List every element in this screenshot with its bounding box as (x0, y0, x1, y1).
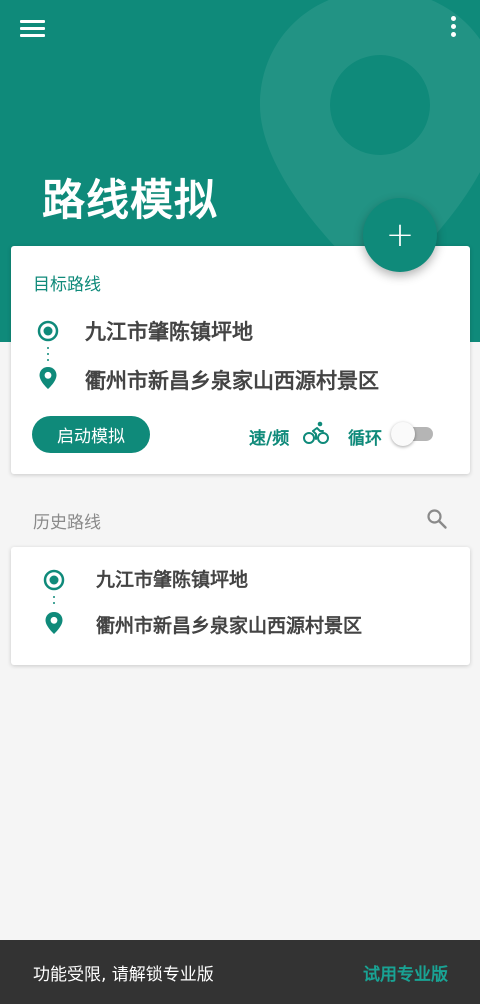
history-route-card[interactable]: 九江市肇陈镇坪地 衢州市新昌乡泉家山西源村景区 (11, 547, 470, 665)
route-connector (47, 347, 49, 365)
search-icon[interactable] (426, 508, 448, 530)
route-connector (53, 596, 55, 608)
loop-label: 循环 (348, 429, 382, 449)
toggle-thumb (391, 422, 415, 446)
hamburger-menu-icon[interactable] (20, 18, 50, 44)
page-title: 路线模拟 (42, 176, 218, 226)
origin-circle-icon (43, 569, 65, 591)
plus-icon: + (385, 215, 415, 255)
add-route-button[interactable]: + (363, 198, 437, 272)
location-pin-icon (39, 367, 57, 389)
speed-frequency-label[interactable]: 速/频 (249, 424, 289, 449)
route-start-text: 九江市肇陈镇坪地 (96, 569, 249, 591)
origin-circle-icon (37, 320, 59, 342)
target-route-card: 目标路线 九江市肇陈镇坪地 衢州市新昌乡泉家山西源村景区 启动模拟 速/频 循环 (11, 246, 470, 474)
limited-feature-message: 功能受限, 请解锁专业版 (33, 964, 214, 985)
loop-toggle[interactable] (391, 422, 435, 446)
start-simulation-button[interactable]: 启动模拟 (32, 416, 150, 453)
route-end-text: 衢州市新昌乡泉家山西源村景区 (96, 615, 363, 637)
route-end-text: 衢州市新昌乡泉家山西源村景区 (85, 369, 379, 393)
target-route-start: 九江市肇陈镇坪地 (85, 316, 253, 346)
history-route-end: 衢州市新昌乡泉家山西源村景区 (96, 611, 362, 638)
location-pin-icon (45, 612, 63, 634)
more-vertical-icon[interactable] (448, 16, 458, 44)
history-section-label: 历史路线 (33, 513, 101, 533)
try-pro-button[interactable]: 试用专业版 (363, 960, 448, 985)
bicycle-icon[interactable] (303, 420, 329, 446)
target-route-end: 衢州市新昌乡泉家山西源村景区 (85, 365, 379, 395)
history-route-start: 九江市肇陈镇坪地 (96, 565, 248, 592)
target-route-label: 目标路线 (33, 275, 101, 295)
route-start-text: 九江市肇陈镇坪地 (85, 320, 253, 344)
upgrade-banner: 功能受限, 请解锁专业版 试用专业版 (0, 940, 480, 1004)
